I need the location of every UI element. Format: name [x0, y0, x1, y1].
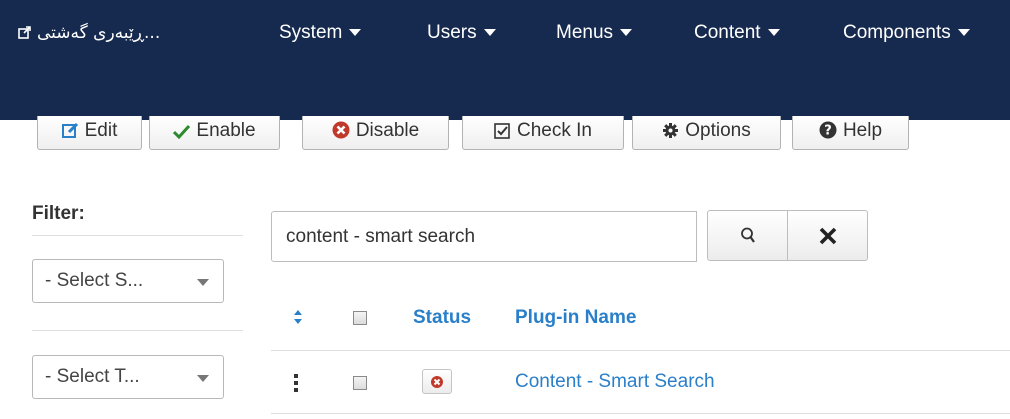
caret-down-icon — [767, 29, 780, 37]
options-button[interactable]: Options — [632, 116, 781, 150]
search-input-value: content - smart search — [286, 226, 476, 247]
filter-title: Filter: — [32, 203, 85, 224]
options-label: Options — [685, 120, 751, 141]
menu-content-label: Content — [694, 22, 761, 43]
close-icon — [819, 227, 836, 244]
sort-icon[interactable] — [293, 309, 303, 325]
top-navbar: ...ڕێبەری گەشتی System Users Menus Conte… — [0, 0, 1010, 120]
site-name: ...ڕێبەری گەشتی — [37, 23, 161, 43]
select-type-dropdown[interactable]: - Select T... — [32, 355, 224, 399]
nav-menu-row: ...ڕێبەری گەشتی System Users Menus Conte… — [0, 0, 1010, 66]
menu-menus-label: Menus — [556, 22, 614, 43]
plugin-name-link[interactable]: Content - Smart Search — [515, 371, 715, 393]
menu-users[interactable]: Users — [427, 0, 496, 66]
drag-handle-icon[interactable] — [293, 373, 299, 393]
disable-label: Disable — [355, 120, 420, 141]
edit-button[interactable]: Edit — [37, 116, 142, 150]
remove-circle-icon — [332, 121, 350, 139]
enable-label: Enable — [196, 120, 256, 141]
menu-system-label: System — [279, 22, 343, 43]
toolbar: Edit Enable Disable Check In Options ? H — [0, 116, 1010, 154]
menu-components[interactable]: Components — [843, 0, 970, 66]
checkin-button[interactable]: Check In — [462, 116, 624, 150]
caret-down-icon — [197, 375, 209, 382]
caret-down-icon — [349, 29, 362, 37]
edit-label: Edit — [84, 120, 118, 141]
menu-users-label: Users — [427, 22, 477, 43]
select-status-dropdown[interactable]: - Select S... — [32, 259, 224, 303]
status-column-header[interactable]: Status — [413, 307, 471, 329]
checkin-label: Check In — [517, 120, 592, 141]
help-button[interactable]: ? Help — [792, 116, 909, 150]
remove-circle-icon — [431, 375, 443, 388]
search-input[interactable]: content - smart search — [271, 211, 697, 262]
enable-button[interactable]: Enable — [149, 116, 280, 150]
caret-down-icon — [483, 29, 496, 37]
caret-down-icon — [957, 29, 970, 37]
select-all-checkbox[interactable] — [353, 311, 367, 325]
select-status-value: - Select S... — [45, 270, 144, 291]
svg-text:?: ? — [824, 124, 832, 139]
menu-content[interactable]: Content — [694, 0, 780, 66]
search-icon — [740, 227, 755, 243]
menu-menus[interactable]: Menus — [556, 0, 633, 66]
plugin-name-column-header[interactable]: Plug-in Name — [515, 307, 636, 329]
menu-system[interactable]: System — [279, 0, 362, 66]
row-divider — [271, 413, 1010, 414]
disable-button[interactable]: Disable — [302, 116, 449, 150]
status-toggle-button[interactable] — [422, 369, 452, 394]
row-checkbox[interactable] — [353, 376, 367, 390]
site-link[interactable]: ...ڕێبەری گەشتی — [18, 0, 160, 66]
edit-icon — [61, 122, 78, 138]
divider — [32, 330, 243, 331]
select-type-value: - Select T... — [45, 366, 140, 387]
clear-search-button[interactable] — [787, 210, 868, 261]
divider — [32, 235, 243, 236]
search-button[interactable] — [707, 210, 788, 261]
caret-down-icon — [197, 279, 209, 286]
menu-components-label: Components — [843, 22, 951, 43]
help-label: Help — [842, 120, 883, 141]
checkbox-checked-icon — [494, 123, 510, 139]
gear-icon — [663, 123, 679, 138]
question-circle-icon: ? — [819, 121, 837, 139]
header-row-divider — [271, 350, 1010, 351]
caret-down-icon — [620, 29, 633, 37]
external-link-icon — [18, 26, 31, 40]
check-icon — [173, 124, 191, 140]
